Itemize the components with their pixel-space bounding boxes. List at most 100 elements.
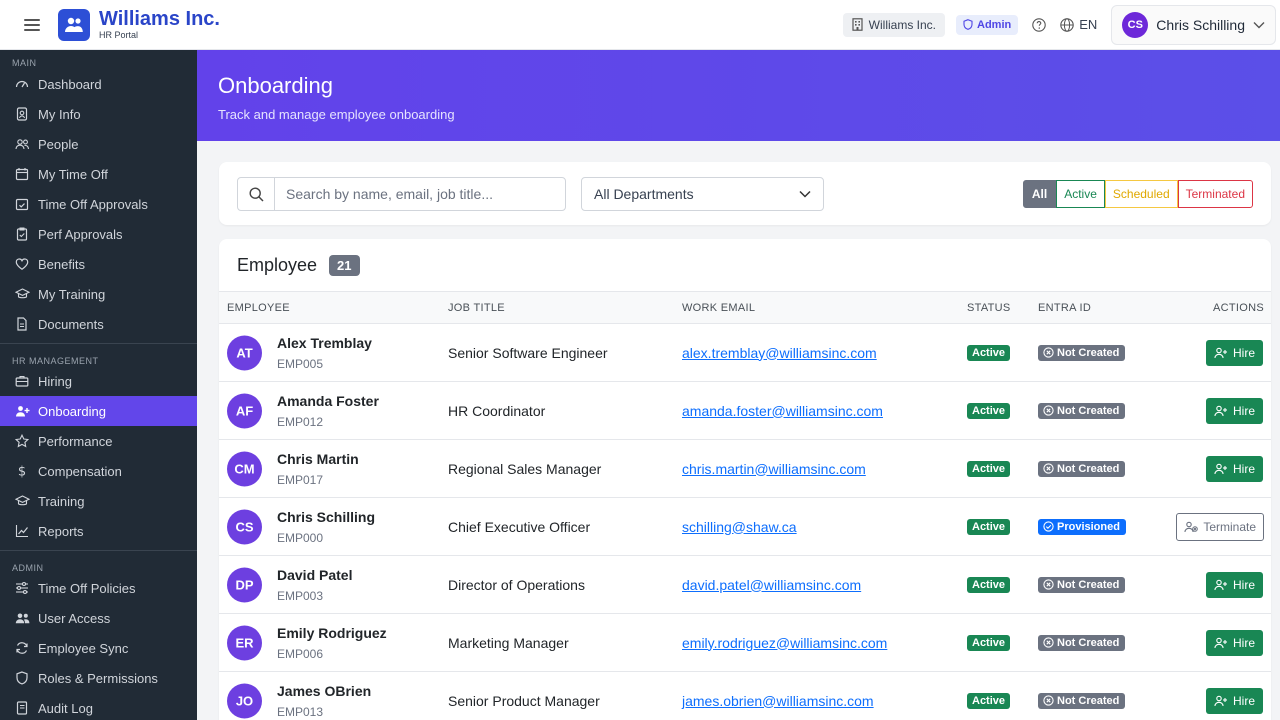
sidebar-item-hiring[interactable]: Hiring [0,366,197,396]
status-badge: Active [967,344,1011,361]
table-row[interactable]: JO James OBrien EMP013 Senior Product Ma… [219,672,1271,720]
work-email-link[interactable]: james.obrien@williamsinc.com [682,693,874,709]
work-email-link[interactable]: chris.martin@williamsinc.com [682,461,866,477]
entra-id-badge: Provisioned [1038,518,1126,535]
job-title: HR Coordinator [448,402,546,419]
employee-name[interactable]: Alex Tremblay [277,335,372,351]
department-select[interactable]: All Departments [581,177,824,211]
sidebar-item-onboarding[interactable]: Onboarding [0,396,197,426]
employee-name[interactable]: Amanda Foster [277,393,379,409]
sidebar-item-label: Dashboard [38,76,102,92]
sidebar-item-time-off-policies[interactable]: Time Off Policies [0,573,197,603]
sidebar-item-my-training[interactable]: My Training [0,279,197,309]
brand-subtitle: HR Portal [99,30,139,40]
sidebar-item-documents[interactable]: Documents [0,309,197,339]
table-row[interactable]: DP David Patel EMP003 Director of Operat… [219,556,1271,614]
sidebar-item-benefits[interactable]: Benefits [0,249,197,279]
entra-id-label: Not Created [1057,694,1120,707]
work-email-link[interactable]: amanda.foster@williamsinc.com [682,403,883,419]
employee-name[interactable]: David Patel [277,567,352,583]
table-row[interactable]: AT Alex Tremblay EMP005 Senior Software … [219,324,1271,382]
column-header-status[interactable]: STATUS [967,302,1011,314]
document-icon [14,316,30,332]
employee-id: EMP013 [277,704,324,719]
sidebar-item-compensation[interactable]: $ Compensation [0,456,197,486]
employee-name[interactable]: Chris Martin [277,451,359,467]
status-badge: Active [967,576,1011,593]
sidebar-divider [0,343,197,344]
shield-icon [14,670,30,686]
terminate-button[interactable]: Terminate [1176,512,1264,541]
filter-active-button[interactable]: Active [1056,180,1105,208]
sidebar-item-dashboard[interactable]: Dashboard [0,69,197,99]
work-email-link[interactable]: alex.tremblay@williamsinc.com [682,345,877,361]
search-input[interactable] [275,178,565,210]
work-email-link[interactable]: emily.rodriguez@williamsinc.com [682,635,887,651]
employee-name[interactable]: Chris Schilling [277,509,375,525]
role-badge: Admin [956,14,1019,35]
table-row[interactable]: CM Chris Martin EMP017 Regional Sales Ma… [219,440,1271,498]
column-header-entra-id[interactable]: ENTRA ID [1038,302,1091,314]
main-content: Onboarding Track and manage employee onb… [197,50,1280,720]
filter-scheduled-button[interactable]: Scheduled [1104,180,1178,208]
sidebar-item-people[interactable]: People [0,129,197,159]
language-selector[interactable]: EN [1060,17,1097,32]
sidebar-item-roles-permissions[interactable]: Roles & Permissions [0,663,197,693]
entra-id-badge: Not Created [1038,344,1126,361]
sidebar-item-training[interactable]: Training [0,486,197,516]
employee-cell: Alex Tremblay EMP005 [277,335,372,371]
action-label: Hire [1232,693,1255,708]
speedometer-icon [14,76,30,92]
sidebar-item-employee-sync[interactable]: Employee Sync [0,633,197,663]
table-row[interactable]: ER Emily Rodriguez EMP006 Marketing Mana… [219,614,1271,672]
company-switcher[interactable]: Williams Inc. [842,12,945,37]
hire-button[interactable]: Hire [1205,455,1263,482]
person-plus-icon [1214,463,1227,474]
help-icon[interactable] [1032,17,1046,32]
table-row[interactable]: AF Amanda Foster EMP012 HR Coordinator a… [219,382,1271,440]
brand[interactable]: Williams Inc. HR Portal [99,9,220,40]
menu-toggle-icon[interactable] [24,18,40,31]
employee-name[interactable]: James OBrien [277,683,371,699]
sidebar-item-label: Perf Approvals [38,226,123,242]
company-logo-icon [58,8,90,41]
column-header-work-email[interactable]: WORK EMAIL [682,302,755,314]
hire-button[interactable]: Hire [1205,571,1263,598]
sidebar-item-performance[interactable]: Performance [0,426,197,456]
hire-button[interactable]: Hire [1205,687,1263,714]
entra-id-badge: Not Created [1038,402,1126,419]
employee-name[interactable]: Emily Rodriguez [277,625,387,641]
hire-button[interactable]: Hire [1205,397,1263,424]
status-badge: Active [967,460,1011,477]
sidebar-item-reports[interactable]: Reports [0,516,197,546]
sidebar: MAIN Dashboard My Info People My Time Of… [0,50,197,720]
heart-icon [14,256,30,272]
column-header-job-title[interactable]: JOB TITLE [448,302,505,314]
sidebar-item-audit-log[interactable]: Audit Log [0,693,197,720]
sidebar-item-time-off-approvals[interactable]: Time Off Approvals [0,189,197,219]
x-circle-icon [1043,347,1054,358]
filter-terminated-button[interactable]: Terminated [1177,180,1253,208]
sidebar-item-my-info[interactable]: My Info [0,99,197,129]
user-menu[interactable]: CS Chris Schilling [1111,4,1276,45]
work-email-link[interactable]: schilling@shaw.ca [682,519,797,535]
work-email-link[interactable]: david.patel@williamsinc.com [682,577,861,593]
hire-button[interactable]: Hire [1205,629,1263,656]
column-header-employee[interactable]: EMPLOYEE [227,302,290,314]
sidebar-item-perf-approvals[interactable]: Perf Approvals [0,219,197,249]
employee-avatar: AT [227,335,262,370]
hire-button[interactable]: Hire [1205,339,1263,366]
table-row[interactable]: CS Chris Schilling EMP000 Chief Executiv… [219,498,1271,556]
x-circle-icon [1043,695,1054,706]
action-label: Hire [1232,403,1255,418]
dollar-icon: $ [14,463,30,479]
entra-id-label: Not Created [1057,462,1120,475]
journal-icon [14,700,30,716]
sidebar-item-label: My Time Off [38,166,108,182]
action-label: Hire [1232,461,1255,476]
search-icon[interactable] [238,178,275,210]
filter-all-button[interactable]: All [1022,180,1057,208]
sidebar-item-my-time-off[interactable]: My Time Off [0,159,197,189]
sidebar-item-label: Documents [38,316,104,332]
sidebar-item-user-access[interactable]: User Access [0,603,197,633]
